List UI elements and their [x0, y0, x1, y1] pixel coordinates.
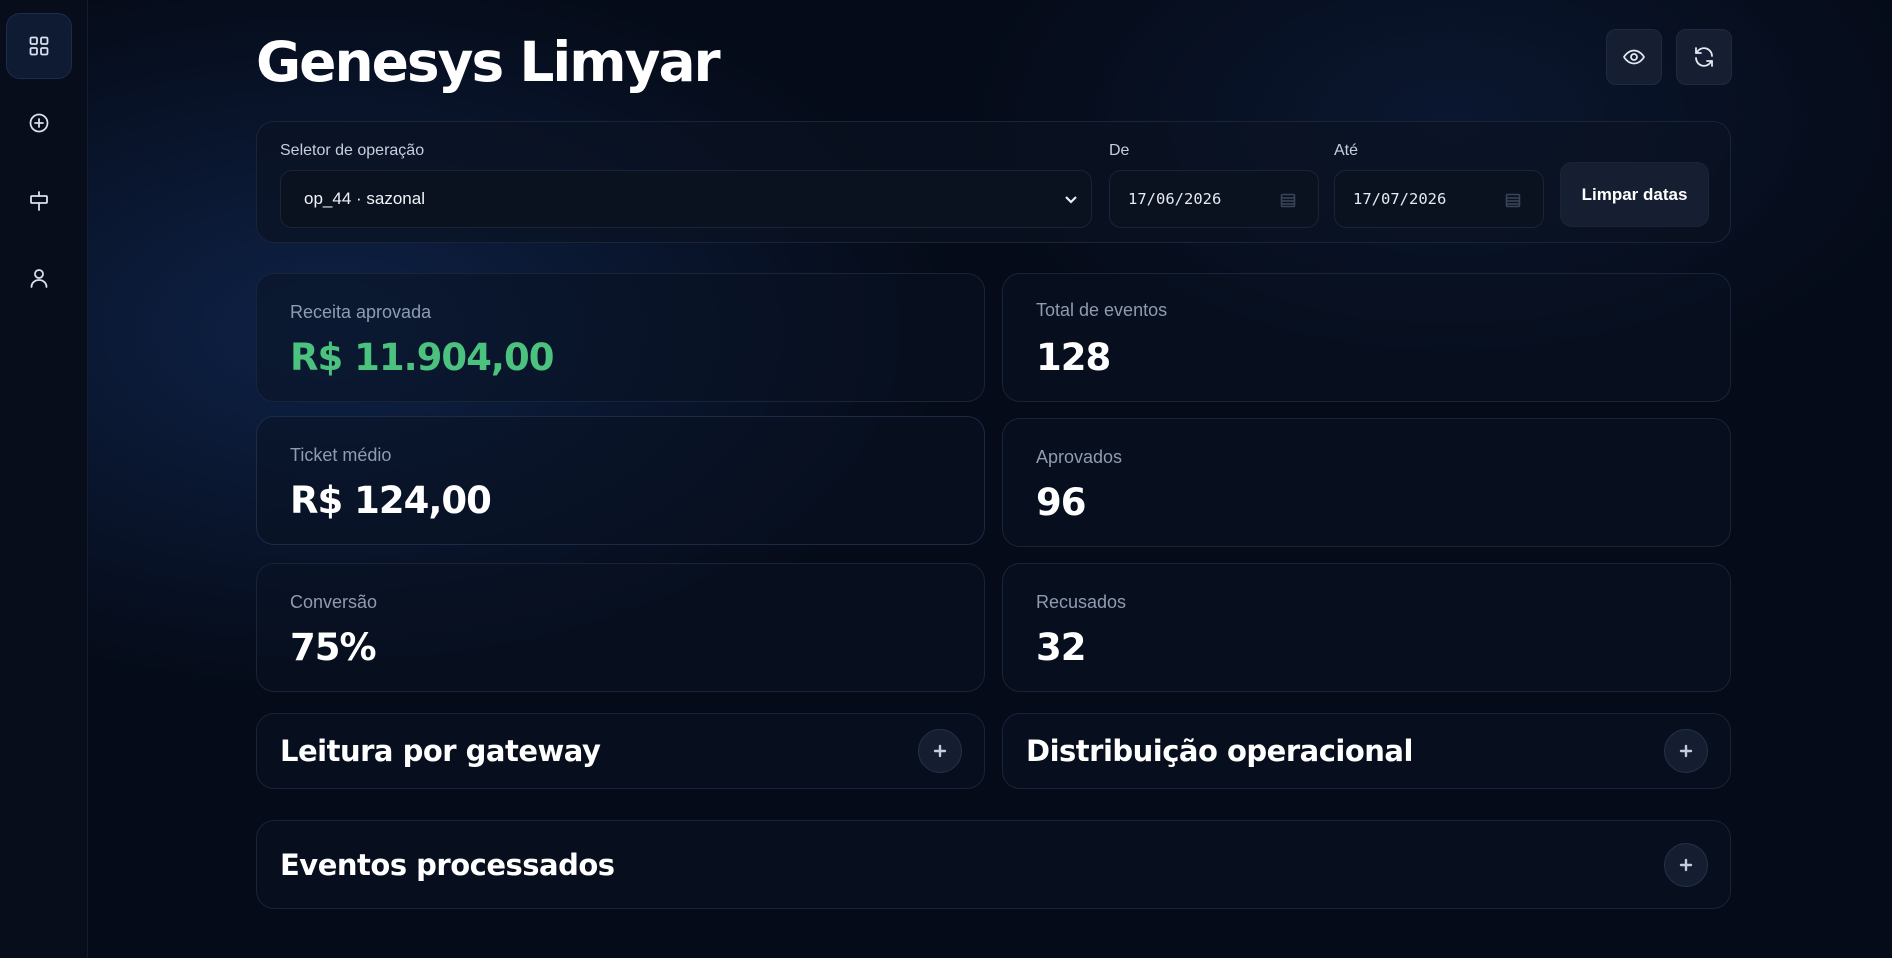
calendar-icon[interactable]: [1280, 192, 1296, 208]
stat-card-average-ticket: Ticket médio R$ 124,00: [256, 416, 985, 545]
operation-select-value: op_44 · sazonal: [304, 189, 425, 208]
plug-icon: [30, 191, 48, 211]
expand-button[interactable]: [1664, 729, 1708, 773]
section-gateway-reading[interactable]: Leitura por gateway: [256, 713, 985, 789]
dashboard-grid-icon: [29, 36, 49, 56]
page-title: Genesys Limyar: [256, 30, 721, 94]
stat-value: 75%: [290, 626, 377, 669]
stat-label: Ticket médio: [290, 445, 392, 465]
expand-button[interactable]: [918, 729, 962, 773]
stat-label: Aprovados: [1036, 447, 1123, 467]
section-title: Distribuição operacional: [1026, 734, 1413, 768]
plus-icon: [933, 744, 947, 758]
stat-value: R$ 11.904,00: [290, 336, 554, 379]
refresh-icon: [1695, 47, 1713, 67]
calendar-icon[interactable]: [1505, 192, 1521, 208]
stat-card-total-events: Total de eventos 128: [1002, 273, 1731, 402]
section-processed-events[interactable]: Eventos processados: [256, 820, 1731, 909]
eye-icon: [1623, 49, 1645, 65]
section-title: Eventos processados: [280, 847, 615, 882]
stat-label: Receita aprovada: [290, 302, 432, 322]
date-from-value: 17/06/2026: [1128, 190, 1222, 208]
section-title: Leitura por gateway: [280, 734, 601, 768]
stat-value: 96: [1036, 481, 1086, 524]
sidebar-item-dashboard[interactable]: [6, 13, 72, 79]
filter-panel: Seletor de operação op_44 · sazonal De 1…: [256, 121, 1731, 243]
operation-select[interactable]: op_44 · sazonal: [280, 170, 1092, 228]
stat-card-conversion: Conversão 75%: [256, 563, 985, 692]
stat-value: 32: [1036, 626, 1086, 669]
user-icon: [30, 269, 48, 288]
stat-card-approved-revenue: Receita aprovada R$ 11.904,00: [256, 273, 985, 402]
stat-value: 128: [1036, 336, 1111, 379]
sidebar-item-add[interactable]: [6, 90, 72, 156]
stat-label: Conversão: [290, 592, 378, 612]
sidebar-item-profile[interactable]: [6, 245, 72, 311]
operation-selector-label: Seletor de operação: [280, 142, 425, 159]
date-to-input[interactable]: 17/07/2026: [1334, 170, 1544, 228]
plus-circle-icon: [29, 113, 49, 133]
stat-card-approved: Aprovados 96: [1002, 418, 1731, 547]
stat-label: Total de eventos: [1036, 300, 1168, 320]
plus-icon: [1679, 744, 1693, 758]
clear-dates-button[interactable]: Limpar datas: [1560, 162, 1709, 227]
date-from-input[interactable]: 17/06/2026: [1109, 170, 1319, 228]
date-to-label: Até: [1334, 142, 1359, 159]
stat-value: R$ 124,00: [290, 479, 492, 522]
stat-label: Recusados: [1036, 592, 1127, 612]
stat-card-declined: Recusados 32: [1002, 563, 1731, 692]
plus-icon: [1679, 858, 1693, 871]
refresh-button[interactable]: [1676, 29, 1732, 85]
sidebar: [0, 0, 88, 958]
chevron-down-icon: [1065, 196, 1077, 204]
expand-button[interactable]: [1664, 842, 1708, 887]
sidebar-item-integrations[interactable]: [6, 168, 72, 234]
date-to-value: 17/07/2026: [1353, 190, 1447, 208]
visibility-toggle-button[interactable]: [1606, 29, 1662, 85]
section-operational-distribution[interactable]: Distribuição operacional: [1002, 713, 1731, 789]
date-from-label: De: [1109, 142, 1130, 159]
